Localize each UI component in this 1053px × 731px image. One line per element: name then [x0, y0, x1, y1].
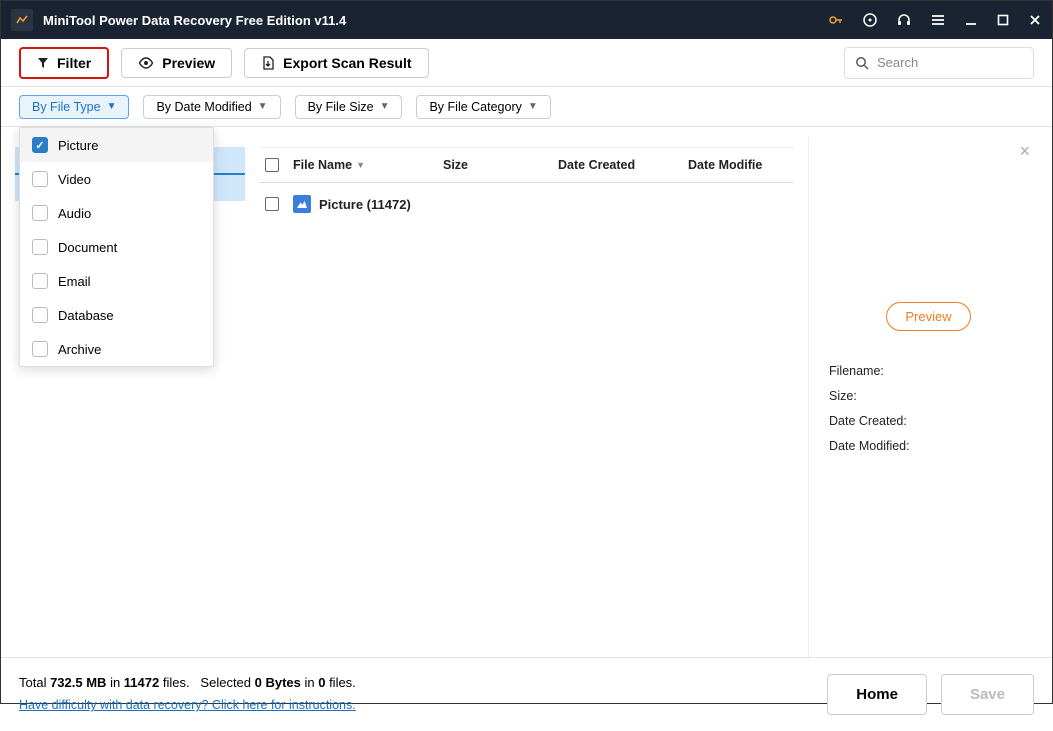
file-type-dropdown: Picture Video Audio Document Email Datab…	[19, 127, 214, 367]
help-link[interactable]: Have difficulty with data recovery? Clic…	[19, 698, 356, 712]
dropdown-item-video[interactable]: Video	[20, 162, 213, 196]
search-icon	[855, 56, 869, 70]
filter-button[interactable]: Filter	[19, 47, 109, 79]
checkbox-icon[interactable]	[32, 273, 48, 289]
minimize-icon[interactable]	[964, 13, 978, 27]
chip-by-file-category[interactable]: By File Category▼	[416, 95, 550, 119]
col-date-created[interactable]: Date Created	[558, 158, 688, 172]
meta-date-modified: Date Modified:	[829, 434, 1028, 459]
menu-icon[interactable]	[930, 12, 946, 28]
dropdown-item-database[interactable]: Database	[20, 298, 213, 332]
preview-file-button[interactable]: Preview	[886, 302, 970, 331]
dropdown-item-archive[interactable]: Archive	[20, 332, 213, 366]
funnel-icon	[37, 57, 49, 69]
chip-by-file-size[interactable]: By File Size▼	[295, 95, 403, 119]
home-button[interactable]: Home	[827, 674, 927, 715]
close-panel-icon[interactable]: ×	[1019, 141, 1030, 162]
eye-icon	[138, 57, 154, 69]
meta-date-created: Date Created:	[829, 409, 1028, 434]
meta-filename: Filename:	[829, 359, 1028, 384]
search-input[interactable]: Search	[844, 47, 1034, 79]
dropdown-item-audio[interactable]: Audio	[20, 196, 213, 230]
checkbox-icon[interactable]	[32, 171, 48, 187]
chevron-down-icon: ▼	[258, 101, 268, 112]
chevron-down-icon: ▼	[528, 101, 538, 112]
headset-icon[interactable]	[896, 12, 912, 28]
dropdown-item-picture[interactable]: Picture	[20, 128, 213, 162]
row-label: Picture (11472)	[319, 197, 411, 212]
chip-by-date-modified[interactable]: By Date Modified▼	[143, 95, 280, 119]
dropdown-item-document[interactable]: Document	[20, 230, 213, 264]
app-title: MiniTool Power Data Recovery Free Editio…	[43, 13, 828, 28]
chevron-down-icon: ▼	[107, 101, 117, 112]
preview-button[interactable]: Preview	[121, 48, 232, 78]
file-list-panel: File Name ▼ Size Date Created Date Modif…	[259, 147, 794, 657]
status-totals: Total 732.5 MB in 11472 files. Selected …	[19, 672, 356, 694]
select-all-checkbox[interactable]	[265, 158, 279, 172]
dropdown-item-email[interactable]: Email	[20, 264, 213, 298]
export-button[interactable]: Export Scan Result	[244, 48, 428, 78]
checkbox-icon[interactable]	[32, 137, 48, 153]
table-header: File Name ▼ Size Date Created Date Modif…	[259, 148, 794, 183]
preview-panel: × Preview Filename: Size: Date Created: …	[808, 137, 1038, 657]
checkbox-icon[interactable]	[32, 341, 48, 357]
picture-folder-icon	[293, 195, 311, 213]
close-icon[interactable]	[1028, 13, 1042, 27]
col-file-name[interactable]: File Name ▼	[293, 158, 443, 172]
col-size[interactable]: Size	[443, 158, 558, 172]
disc-icon[interactable]	[862, 12, 878, 28]
chevron-down-icon: ▼	[380, 101, 390, 112]
sort-desc-icon: ▼	[356, 160, 365, 170]
col-date-modified[interactable]: Date Modifie	[688, 158, 788, 172]
app-logo-icon	[11, 9, 33, 31]
save-button[interactable]: Save	[941, 674, 1034, 715]
key-icon[interactable]	[828, 12, 844, 28]
maximize-icon[interactable]	[996, 13, 1010, 27]
meta-size: Size:	[829, 384, 1028, 409]
checkbox-icon[interactable]	[32, 239, 48, 255]
table-row[interactable]: Picture (11472)	[259, 183, 794, 225]
row-checkbox[interactable]	[265, 197, 279, 211]
checkbox-icon[interactable]	[32, 307, 48, 323]
chip-by-file-type[interactable]: By File Type▼	[19, 95, 129, 119]
export-icon	[261, 56, 275, 70]
checkbox-icon[interactable]	[32, 205, 48, 221]
